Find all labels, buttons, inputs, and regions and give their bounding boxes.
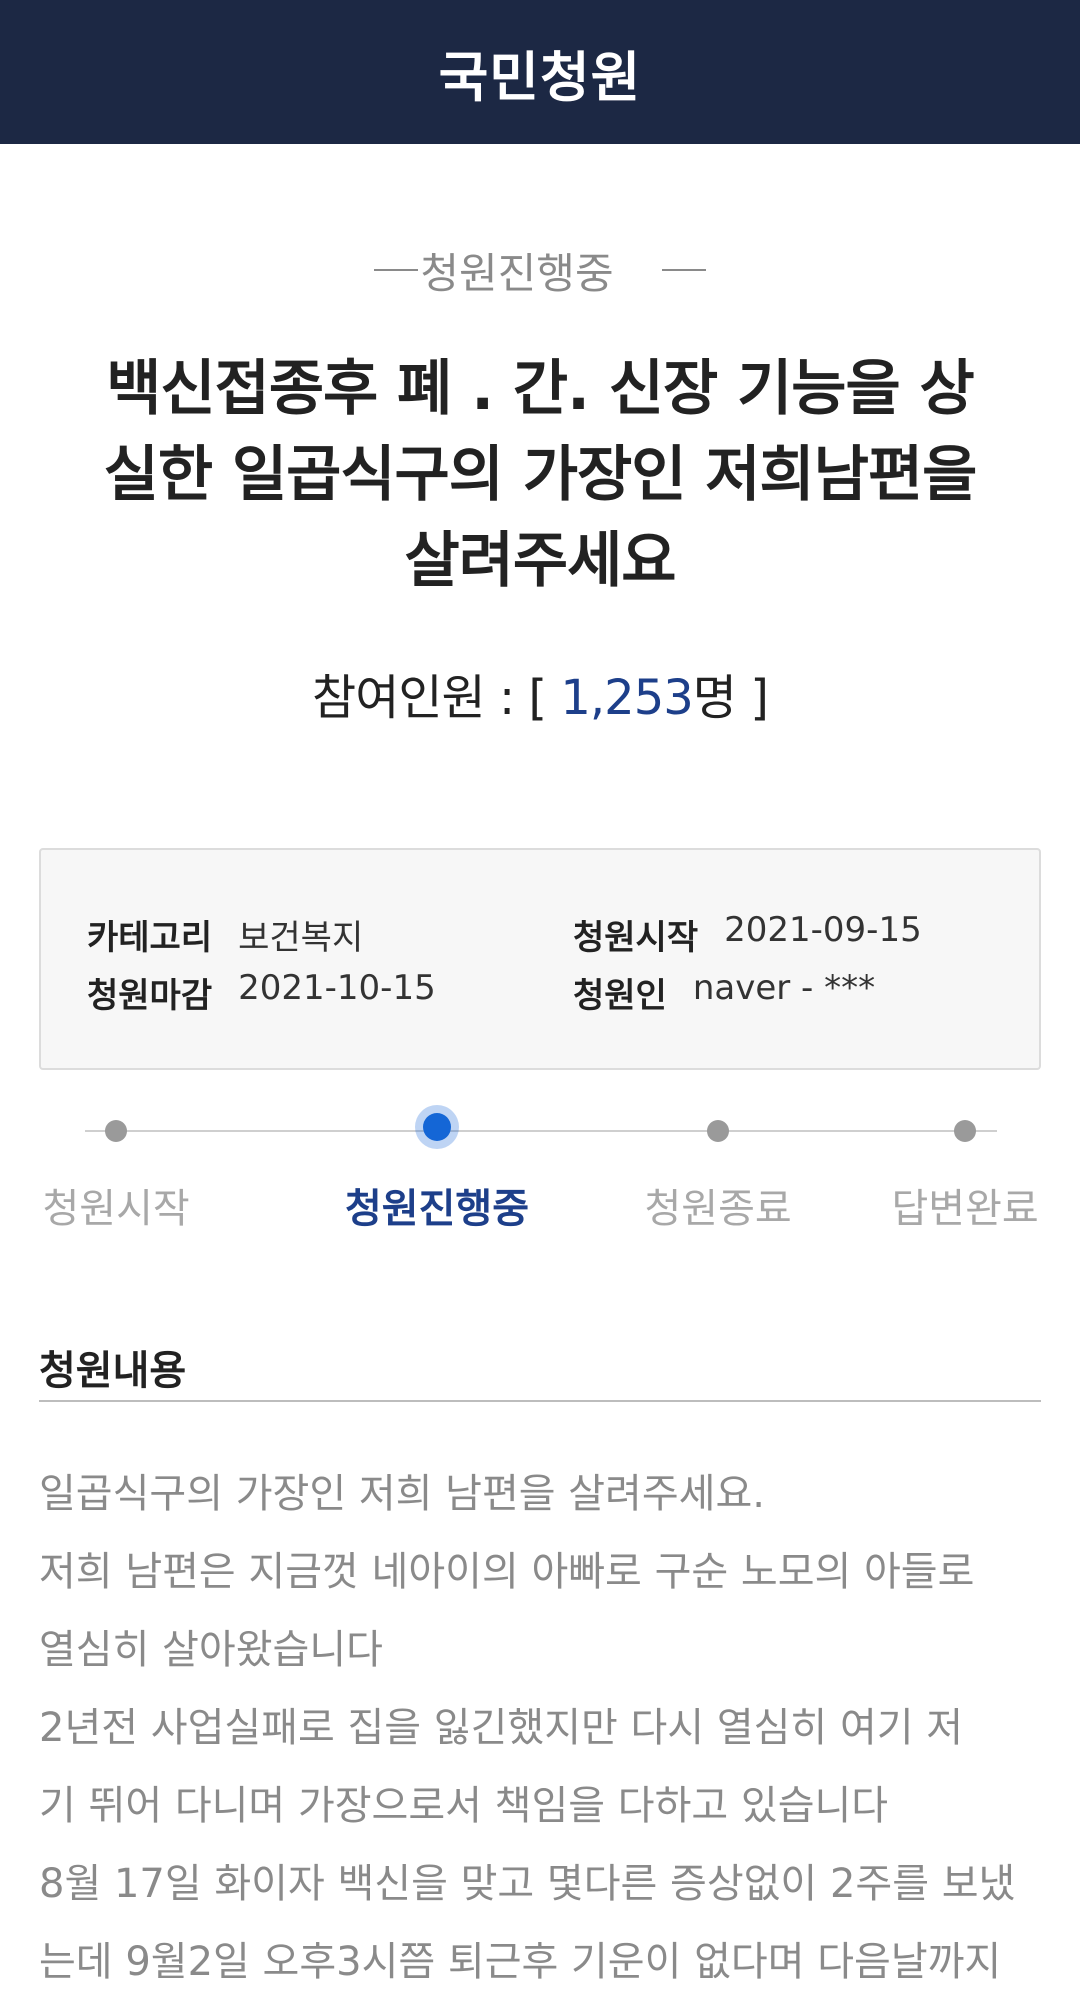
content-line: 일곱식구의 가장인 저희 남편을 살려주세요. [39,1471,765,1517]
content-line: 2년전 사업실패로 집을 잃긴했지만 다시 열심히 여기 저 [39,1705,964,1751]
participants-number: 1,253 [560,670,693,726]
info-author: 청원인 naver - *** [573,968,875,1017]
step-label-closed: 청원종료 [644,1186,792,1232]
petition-title: 백신접종후 폐 . 간. 신장 기능을 상실한 일곱식구의 가장인 저희남편을 … [103,354,978,596]
content-line: 기 뛰어 다니며 가장으로서 책임을 다하고 있습니다 [39,1783,889,1829]
step-dot-start [105,1120,127,1142]
start-value: 2021-09-15 [724,910,922,950]
author-label: 청원인 [573,976,667,1016]
step-label-in-progress: 청원진행중 [345,1186,529,1232]
participants-unit: 명 ] [692,670,769,726]
step-dot-in-progress [423,1113,451,1141]
petition-content: 일곱식구의 가장인 저희 남편을 살려주세요. 저희 남편은 지금껏 네아이의 … [39,1455,1049,2001]
petition-status: 청원진행중 [0,240,1080,300]
progress-line [85,1130,997,1132]
content-section-title: 청원내용 [39,1348,187,1394]
status-text: 청원진행중 [420,248,614,298]
start-label: 청원시작 [573,918,699,958]
status-dash-right [661,269,706,271]
status-dash-left [374,269,419,271]
content-line: 열심히 살아왔습니다 [39,1627,383,1673]
category-value: 보건복지 [238,918,364,958]
section-divider [39,1400,1041,1402]
content-line: 는데 9월2일 오후3시쯤 퇴근후 기운이 없다며 다음날까지 [39,1939,1002,1985]
step-label-answered: 답변완료 [891,1186,1039,1232]
petition-info-box: 카테고리 보건복지 청원시작 2021-09-15 청원마감 2021-10-1… [39,848,1041,1070]
author-value: naver - *** [692,968,876,1008]
end-value: 2021-10-15 [238,968,436,1008]
info-end-date: 청원마감 2021-10-15 [87,968,573,1017]
end-label: 청원마감 [87,976,213,1016]
info-row: 카테고리 보건복지 청원시작 2021-09-15 [87,910,1007,959]
info-start-date: 청원시작 2021-09-15 [573,910,922,959]
header-title: 국민청원 [438,45,642,109]
content-line: 8월 17일 화이자 백신을 맞고 몇다른 증상없이 2주를 보냈 [39,1861,1016,1907]
step-dot-answered [954,1120,976,1142]
step-label-start: 청원시작 [42,1186,190,1232]
participants-label: 참여인원 : [ [312,670,561,726]
category-label: 카테고리 [87,918,213,958]
info-row: 청원마감 2021-10-15 청원인 naver - *** [87,968,1007,1017]
participants-count: 참여인원 : [ 1,253명 ] [0,658,1080,728]
petition-progress-tracker: 청원시작 청원진행중 청원종료 답변완료 [0,1110,1080,1250]
info-category: 카테고리 보건복지 [87,910,573,959]
step-dot-closed [707,1120,729,1142]
app-header: 국민청원 [0,0,1080,144]
content-line: 저희 남편은 지금껏 네아이의 아빠로 구순 노모의 아들로 [39,1549,975,1595]
